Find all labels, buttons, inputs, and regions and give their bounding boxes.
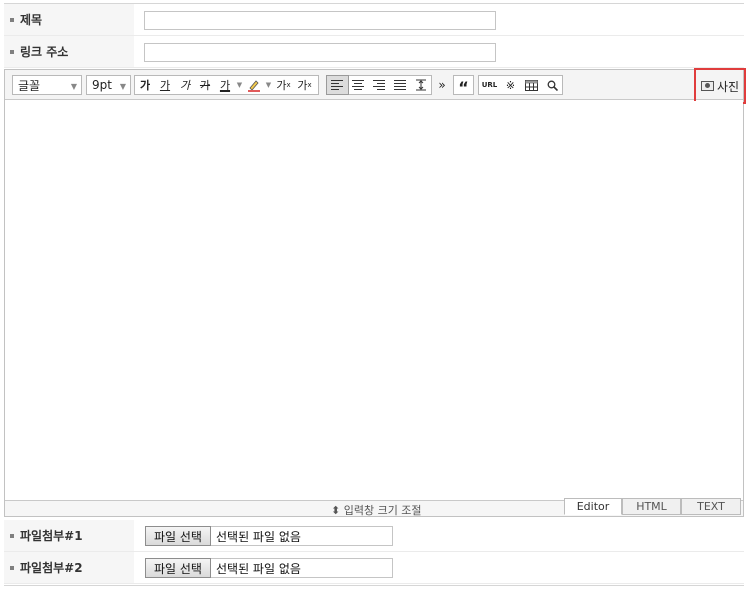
- photo-label: 사진: [716, 79, 740, 94]
- subscript-button[interactable]: 가x: [294, 76, 315, 94]
- tab-editor[interactable]: Editor: [564, 498, 622, 515]
- special-char-button[interactable]: ※: [500, 76, 521, 94]
- bullet-icon: [10, 49, 14, 54]
- superscript-label: 가: [276, 79, 287, 92]
- align-justify-button[interactable]: [389, 76, 410, 94]
- tab-html[interactable]: HTML: [622, 498, 681, 515]
- link-input[interactable]: [144, 43, 496, 62]
- title-label: 제목: [20, 13, 43, 27]
- link-row: 링크 주소: [4, 36, 744, 68]
- title-input[interactable]: [144, 11, 496, 30]
- attachment-label: 파일첨부#2: [20, 561, 83, 575]
- align-left-icon: [331, 80, 344, 90]
- editor-content-area[interactable]: [5, 101, 743, 500]
- text-style-group: 가 가 가 가 가 ▼ ▼ 가x 가x: [134, 75, 319, 95]
- line-height-button[interactable]: [410, 76, 431, 94]
- underline-button[interactable]: 가: [155, 76, 175, 94]
- font-size-value: 9pt: [92, 78, 112, 92]
- title-label-cell: 제목: [4, 4, 134, 35]
- quote-group: “: [453, 75, 474, 97]
- align-justify-icon: [393, 80, 406, 90]
- line-height-icon: [415, 79, 426, 91]
- file-status: 선택된 파일 없음: [211, 558, 393, 578]
- attachment-row-2: 파일첨부#2 파일 선택 선택된 파일 없음: [4, 552, 744, 584]
- search-button[interactable]: [542, 76, 562, 94]
- chevron-down-icon: ▼: [119, 82, 126, 91]
- bullet-icon: [10, 533, 14, 538]
- chevron-down-icon: ▼: [70, 82, 77, 91]
- resize-arrow-icon: ⬍: [331, 504, 341, 517]
- chevron-down-icon[interactable]: ▼: [264, 76, 273, 94]
- choose-file-button[interactable]: 파일 선택: [145, 526, 211, 546]
- align-left-button[interactable]: [326, 75, 349, 95]
- bold-button[interactable]: 가: [135, 76, 155, 94]
- title-row: 제목: [4, 4, 744, 36]
- photo-button[interactable]: 사진: [694, 68, 746, 104]
- bottom-divider: [4, 585, 744, 586]
- bullet-icon: [10, 17, 14, 22]
- subscript-label: 가: [297, 79, 308, 92]
- attachment-label: 파일첨부#1: [20, 529, 83, 543]
- search-icon: [547, 80, 558, 91]
- resize-label: 입력창 크기 조절: [343, 504, 422, 517]
- align-right-icon: [372, 80, 385, 90]
- link-label: 링크 주소: [20, 45, 69, 59]
- italic-button[interactable]: 가: [175, 76, 195, 94]
- highlight-button[interactable]: [244, 76, 264, 94]
- bullet-icon: [10, 565, 14, 570]
- attachment-label-cell: 파일첨부#1: [4, 520, 134, 551]
- align-center-button[interactable]: [348, 76, 369, 94]
- chevron-down-icon[interactable]: ▼: [235, 76, 244, 94]
- camera-icon: [700, 81, 714, 91]
- table-icon: [525, 79, 538, 91]
- file-status: 선택된 파일 없음: [211, 526, 393, 546]
- editor-toolbar: 글꼴 ▼ 9pt ▼ 가 가 가 가 가 ▼ ▼ 가x 가 x » “ URL …: [5, 68, 746, 104]
- align-center-icon: [352, 80, 365, 90]
- highlighter-icon: [248, 80, 260, 92]
- superscript-button[interactable]: 가x: [273, 76, 294, 94]
- superscript-mark: x: [286, 81, 291, 89]
- attachment-row-1: 파일첨부#1 파일 선택 선택된 파일 없음: [4, 520, 744, 552]
- editor-footer: ⬍ 입력창 크기 조절 Editor HTML TEXT: [5, 498, 743, 518]
- more-button[interactable]: »: [437, 76, 447, 94]
- resize-handle[interactable]: ⬍ 입력창 크기 조절: [331, 502, 422, 518]
- link-label-cell: 링크 주소: [4, 36, 134, 67]
- font-family-select[interactable]: 글꼴 ▼: [12, 75, 82, 95]
- url-button[interactable]: URL: [479, 76, 500, 94]
- choose-file-button[interactable]: 파일 선택: [145, 558, 211, 578]
- subscript-mark: x: [307, 81, 312, 89]
- font-size-select[interactable]: 9pt ▼: [86, 75, 131, 95]
- attachment-label-cell: 파일첨부#2: [4, 552, 134, 583]
- quote-button[interactable]: “: [454, 76, 473, 97]
- font-color-button[interactable]: 가: [215, 76, 235, 94]
- align-right-button[interactable]: [369, 76, 390, 94]
- table-button[interactable]: [521, 76, 542, 94]
- alignment-group: [326, 75, 432, 95]
- rich-text-editor: 글꼴 ▼ 9pt ▼ 가 가 가 가 가 ▼ ▼ 가x 가 x » “ URL …: [4, 68, 746, 518]
- strikethrough-button[interactable]: 가: [195, 76, 215, 94]
- insert-group: URL ※: [478, 75, 563, 95]
- font-family-value: 글꼴: [18, 78, 41, 93]
- tab-text[interactable]: TEXT: [681, 498, 741, 515]
